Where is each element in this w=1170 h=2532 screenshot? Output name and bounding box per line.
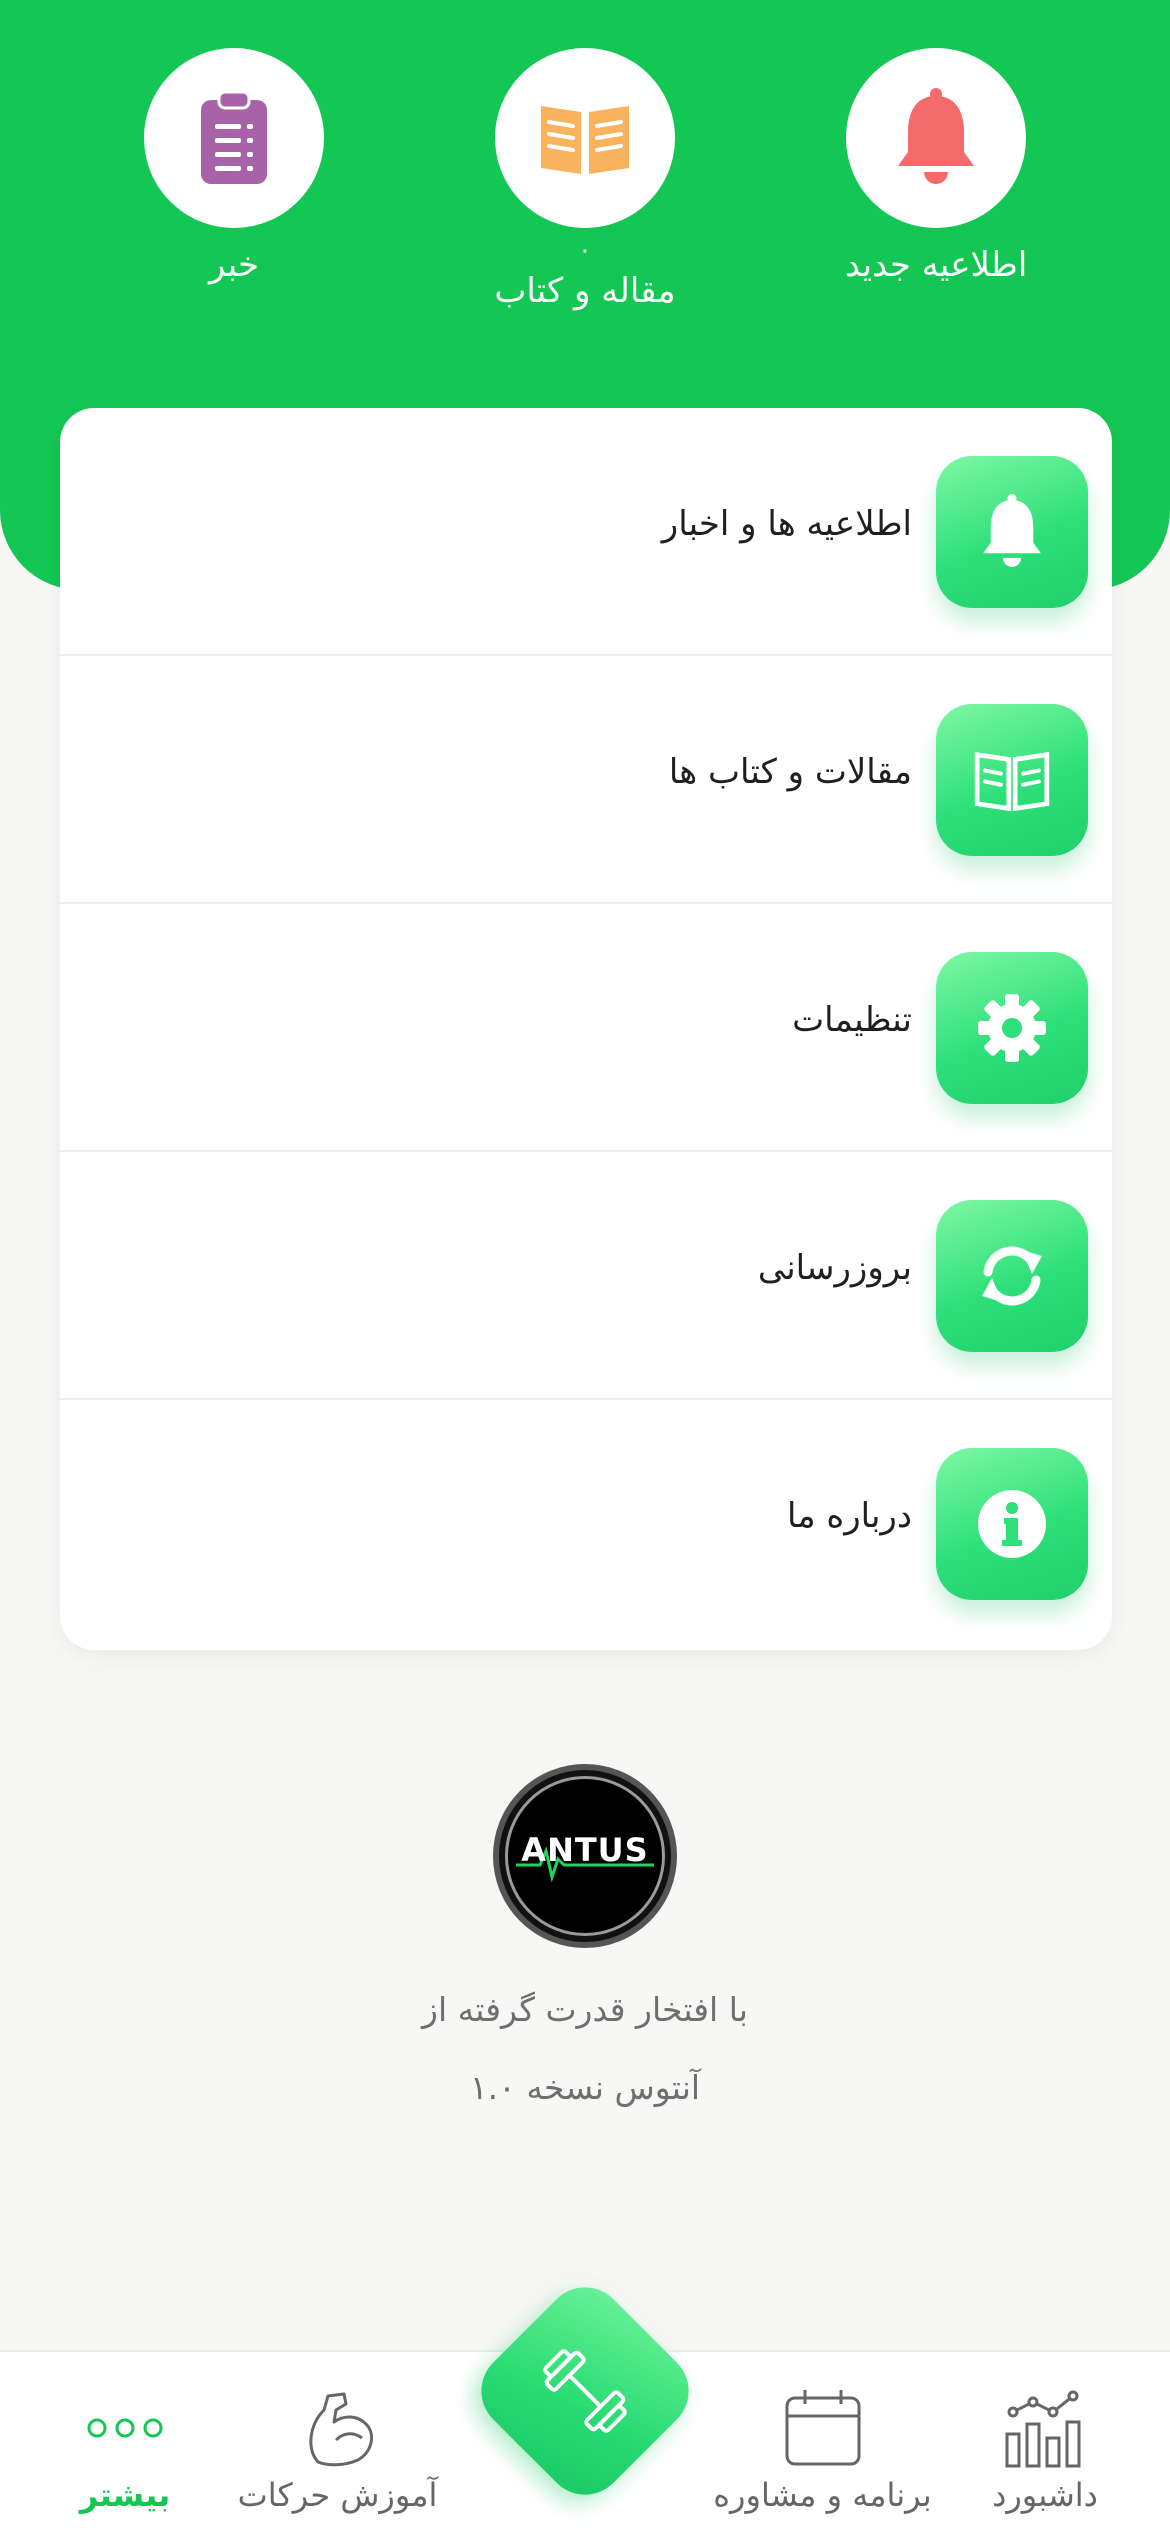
nav-label: بیشتر bbox=[79, 2476, 171, 2514]
dumbbell-icon bbox=[543, 2349, 627, 2433]
menu-icon-box bbox=[936, 1200, 1088, 1352]
menu-item-label: مقالات و کتاب ها bbox=[668, 752, 912, 792]
nav-item-more[interactable]: بیشتر bbox=[50, 2352, 200, 2532]
menu-item-about-us[interactable]: درباره ما bbox=[60, 1400, 1112, 1648]
shortcut-circle bbox=[846, 48, 1026, 228]
menu-item-update[interactable]: بروزرسانی bbox=[60, 1152, 1112, 1400]
menu-item-label: بروزرسانی bbox=[757, 1248, 912, 1288]
bell-icon bbox=[898, 88, 974, 184]
shortcut-news[interactable]: خبر bbox=[124, 48, 344, 290]
nav-label: داشبورد bbox=[992, 2476, 1098, 2514]
shortcut-count: ۰ bbox=[578, 236, 592, 264]
center-action-icon-wrap bbox=[535, 2341, 635, 2441]
nav-label: برنامه و مشاوره bbox=[713, 2476, 932, 2514]
menu-item-notices-news[interactable]: اطلاعیه ها و اخبار bbox=[60, 408, 1112, 656]
shortcut-label: مقاله و کتاب bbox=[494, 271, 676, 311]
menu-icon-box bbox=[936, 456, 1088, 608]
menu-item-label: درباره ما bbox=[787, 1496, 912, 1536]
gear-icon bbox=[978, 994, 1046, 1062]
menu-item-label: تنظیمات bbox=[792, 1000, 912, 1040]
clipboard-icon bbox=[201, 92, 267, 184]
menu-item-articles-books[interactable]: مقالات و کتاب ها bbox=[60, 656, 1112, 904]
menu-icon-box bbox=[936, 1448, 1088, 1600]
menu-icon-box bbox=[936, 704, 1088, 856]
logo-inner: ANTUS bbox=[505, 1776, 665, 1936]
nav-item-dashboard[interactable]: داشبورد bbox=[970, 2352, 1120, 2532]
book-icon bbox=[541, 106, 629, 174]
menu-icon-box bbox=[936, 952, 1088, 1104]
bell-icon bbox=[983, 494, 1041, 567]
nav-label: آموزش حرکات bbox=[237, 2476, 438, 2514]
nav-item-exercise-tutorials[interactable]: آموزش حرکات bbox=[225, 2352, 450, 2532]
version-text: آنتوس نسخه ۱.۰ bbox=[469, 2068, 701, 2107]
calendar-icon bbox=[785, 2390, 860, 2466]
antus-logo: ANTUS bbox=[493, 1764, 677, 1948]
powered-by-text: با افتخار قدرت گرفته از bbox=[422, 1990, 748, 2029]
more-dots-icon bbox=[87, 2418, 163, 2438]
shortcut-article-book[interactable]: ۰ مقاله و کتاب bbox=[475, 48, 695, 316]
book-icon bbox=[974, 751, 1050, 812]
shortcut-new-notice[interactable]: اطلاعیه جدید bbox=[826, 48, 1046, 290]
shortcut-circle bbox=[144, 48, 324, 228]
shortcut-label: اطلاعیه جدید bbox=[844, 245, 1028, 285]
dashboard-chart-icon bbox=[1005, 2390, 1081, 2468]
menu-item-label: اطلاعیه ها و اخبار bbox=[661, 504, 912, 544]
logo-text: ANTUS bbox=[521, 1831, 649, 1869]
refresh-icon bbox=[982, 1246, 1042, 1306]
info-icon bbox=[978, 1490, 1046, 1558]
shortcut-label: خبر bbox=[208, 245, 260, 285]
menu-card: اطلاعیه ها و اخبار مقالات و کتاب ها تنظی… bbox=[60, 408, 1112, 1650]
nav-item-program-consulting[interactable]: برنامه و مشاوره bbox=[710, 2352, 935, 2532]
shortcut-circle bbox=[495, 48, 675, 228]
muscle-arm-icon bbox=[308, 2392, 373, 2467]
menu-item-settings[interactable]: تنظیمات bbox=[60, 904, 1112, 1152]
